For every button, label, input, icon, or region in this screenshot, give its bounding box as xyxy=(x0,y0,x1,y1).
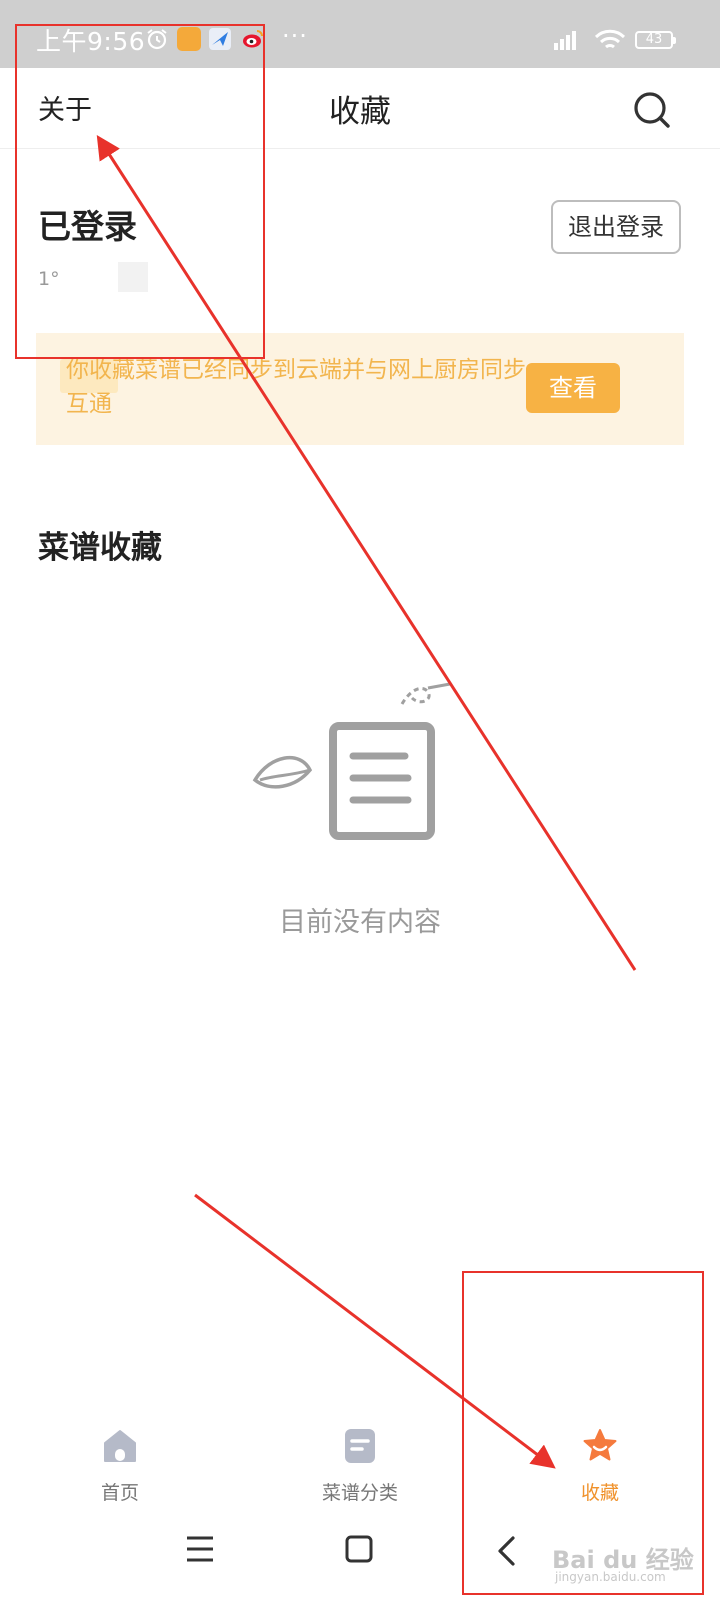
leaf-icon xyxy=(252,755,313,789)
wifi-icon xyxy=(594,29,626,49)
search-icon[interactable] xyxy=(630,88,674,132)
empty-state-text: 目前没有内容 xyxy=(279,907,441,938)
battery-level: 43 xyxy=(645,32,663,47)
annotation-arrow-favorites xyxy=(194,1193,556,1469)
tab-label: 首页 xyxy=(100,1482,139,1504)
document-icon xyxy=(329,722,435,840)
watermark-url: jingyan.baidu.com xyxy=(555,1570,666,1584)
maps-app-icon xyxy=(209,28,231,50)
view-button[interactable]: 查看 xyxy=(526,363,620,413)
annotation-box-about xyxy=(15,24,265,359)
tab-label: 收藏 xyxy=(580,1482,619,1504)
more-notifications-indicator: ··· xyxy=(282,22,308,50)
menu-icon[interactable] xyxy=(185,1535,215,1563)
notes-app-icon xyxy=(177,27,201,51)
weibo-icon xyxy=(243,30,263,48)
tab-favorites[interactable]: 收藏 xyxy=(530,1428,670,1508)
home-icon xyxy=(104,1430,136,1462)
tab-label: 菜谱分类 xyxy=(321,1482,398,1504)
battery-indicator: 43 xyxy=(635,31,673,49)
about-link[interactable]: 关于 xyxy=(38,88,92,127)
sparkle-icon xyxy=(400,682,451,705)
signal-icon xyxy=(554,31,576,50)
logout-button[interactable]: 退出登录 xyxy=(551,200,681,254)
section-title: 菜谱收藏 xyxy=(38,530,162,566)
page-title: 收藏 xyxy=(329,94,391,130)
status-time: 上午9:56 xyxy=(36,27,146,56)
favorite-star-icon xyxy=(583,1429,617,1461)
sync-message: 你收藏菜谱已经同步到云端并与网上厨房同步互通 xyxy=(66,357,526,417)
back-chevron-icon[interactable] xyxy=(495,1535,517,1567)
alarm-icon xyxy=(147,29,167,50)
recipe-category-icon xyxy=(345,1429,375,1463)
login-status: 已登录 xyxy=(38,207,137,246)
tab-home[interactable]: 首页 xyxy=(50,1428,190,1508)
tab-recipe-categories[interactable]: 菜谱分类 xyxy=(290,1428,430,1508)
header-divider xyxy=(0,148,720,149)
battery-tip xyxy=(673,37,676,44)
sync-banner: 你收藏菜谱已经同步到云端并与网上厨房同步互通 查看 xyxy=(36,333,684,445)
empty-state-illustration xyxy=(252,682,451,840)
account-id-mask xyxy=(118,262,148,292)
account-id: 1° xyxy=(38,268,60,290)
home-square-icon[interactable] xyxy=(345,1535,373,1563)
